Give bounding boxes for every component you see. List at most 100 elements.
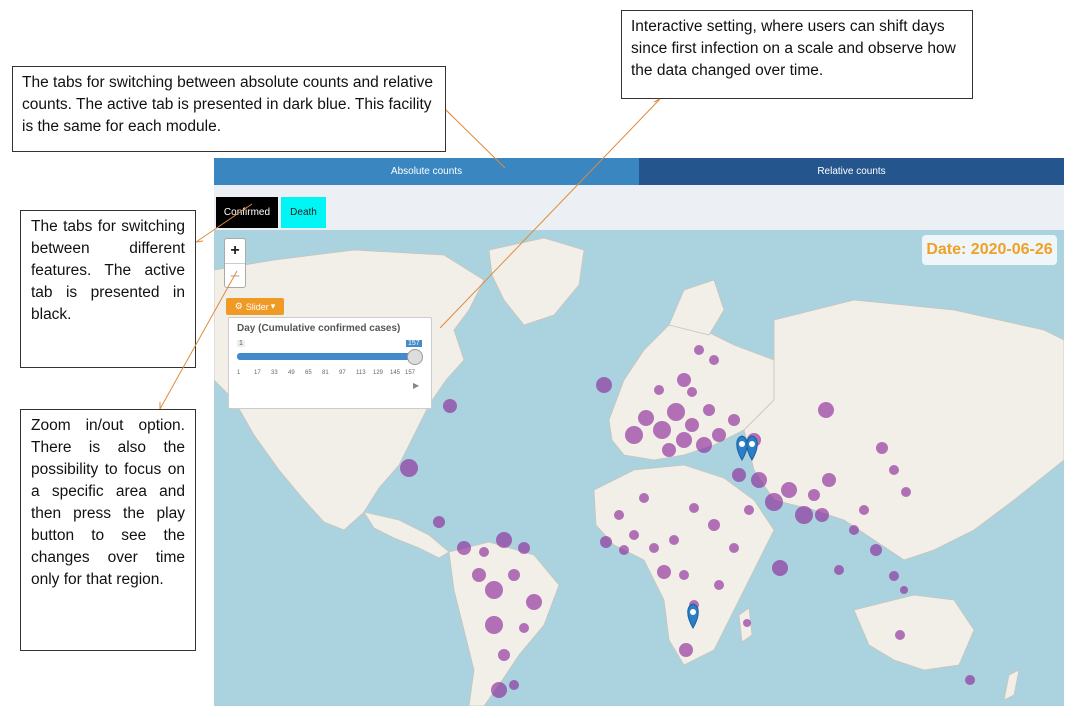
case-bubble (519, 623, 529, 633)
case-bubble (496, 532, 512, 548)
slider-tick: 113 (356, 370, 366, 376)
case-bubble (965, 675, 975, 685)
case-bubble (889, 465, 899, 475)
case-bubble (772, 560, 788, 576)
case-bubble (818, 402, 834, 418)
case-bubble (703, 404, 715, 416)
case-bubble (638, 410, 654, 426)
case-bubble (667, 403, 685, 421)
case-bubble (889, 571, 899, 581)
case-bubble (708, 519, 720, 531)
case-bubble (485, 616, 503, 634)
case-bubble (808, 489, 820, 501)
case-bubble (834, 565, 844, 575)
map-canvas (214, 237, 1064, 706)
annotation-zoom: Zoom in/out option. There is also the po… (20, 409, 196, 651)
case-bubble (485, 581, 503, 599)
case-bubble (743, 619, 751, 627)
slider-track[interactable] (237, 353, 412, 360)
case-bubble (900, 586, 908, 594)
case-bubble (696, 437, 712, 453)
slider-toggle-button[interactable]: ⚙ Slider ▾ (226, 298, 284, 315)
play-icon[interactable]: ▶ (413, 381, 419, 390)
dashboard-app: Absolute counts Relative counts Confirme… (214, 158, 1064, 706)
case-bubble (822, 473, 836, 487)
case-bubble (509, 680, 519, 690)
case-bubble (795, 506, 813, 524)
case-bubble (895, 630, 905, 640)
case-bubble (400, 459, 418, 477)
case-bubble (751, 472, 767, 488)
case-bubble (729, 543, 739, 553)
case-bubble (443, 399, 457, 413)
annotation-feature-tabs: The tabs for switching between different… (20, 210, 196, 368)
case-bubble (625, 426, 643, 444)
case-bubble (629, 530, 639, 540)
case-bubble (677, 373, 691, 387)
slider-handle[interactable] (407, 349, 423, 365)
slider-tick: 157 (405, 370, 416, 376)
case-bubble (479, 547, 489, 557)
case-bubble (744, 505, 754, 515)
arrow-head (195, 240, 204, 243)
location-marker-icon (736, 435, 748, 461)
case-bubble (491, 682, 507, 698)
slider-tick: 145 (390, 370, 401, 376)
case-bubble (662, 443, 676, 457)
tab-death[interactable]: Death (281, 197, 326, 228)
case-bubble (639, 493, 649, 503)
case-bubble (689, 503, 699, 513)
zoom-in-button[interactable]: + (225, 239, 245, 263)
case-bubble (433, 516, 445, 528)
slider-tick: 17 (254, 370, 261, 376)
slider-tick: 65 (305, 370, 312, 376)
slider-tick: 33 (271, 370, 278, 376)
annotation-slider: Interactive setting, where users can shi… (621, 10, 973, 99)
slider-min-label: 1 (237, 340, 245, 347)
case-bubble (508, 569, 520, 581)
case-bubble (876, 442, 888, 454)
case-bubble (457, 541, 471, 555)
slider-tick: 1 (237, 370, 241, 376)
case-bubble (859, 505, 869, 515)
tab-confirmed[interactable]: Confirmed (216, 197, 278, 228)
case-bubble (614, 510, 624, 520)
case-bubble (765, 493, 783, 511)
case-bubble (781, 482, 797, 498)
slider-tick: 49 (288, 370, 295, 376)
case-bubble (849, 525, 859, 535)
slider-max-label: 157 (406, 340, 422, 347)
date-label: Date: 2020-06-26 (922, 235, 1057, 265)
zoom-out-button[interactable]: – (225, 263, 245, 288)
world-map[interactable] (214, 230, 1064, 706)
slider-button-label: Slider (245, 301, 269, 312)
day-slider-panel: Day (Cumulative confirmed cases) 1 157 1… (228, 317, 432, 409)
case-bubble (600, 536, 612, 548)
arrow-head (445, 109, 453, 117)
annotation-module-tabs: The tabs for switching between absolute … (12, 66, 446, 152)
case-bubble (653, 421, 671, 439)
case-bubble (676, 432, 692, 448)
case-bubble (518, 542, 530, 554)
slider-tick: 129 (373, 370, 384, 376)
land-layer (214, 237, 1064, 706)
tab-relative-counts[interactable]: Relative counts (639, 158, 1064, 185)
case-bubble (694, 345, 704, 355)
gear-icon: ⚙ (234, 301, 243, 311)
tab-absolute-counts[interactable]: Absolute counts (214, 158, 639, 185)
slider-tick: 97 (339, 370, 346, 376)
module-tabs: Absolute counts Relative counts (214, 158, 1064, 185)
case-bubble (901, 487, 911, 497)
case-bubble (870, 544, 882, 556)
feature-tab-bar (214, 185, 1064, 230)
slider-title: Day (Cumulative confirmed cases) (237, 323, 401, 334)
case-bubble (657, 565, 671, 579)
case-bubble (714, 580, 724, 590)
case-bubble (709, 355, 719, 365)
case-bubble (687, 387, 697, 397)
case-bubble (685, 418, 699, 432)
case-bubble (712, 428, 726, 442)
case-bubble (679, 570, 689, 580)
case-bubble (732, 468, 746, 482)
slider-tick: 81 (322, 370, 329, 376)
